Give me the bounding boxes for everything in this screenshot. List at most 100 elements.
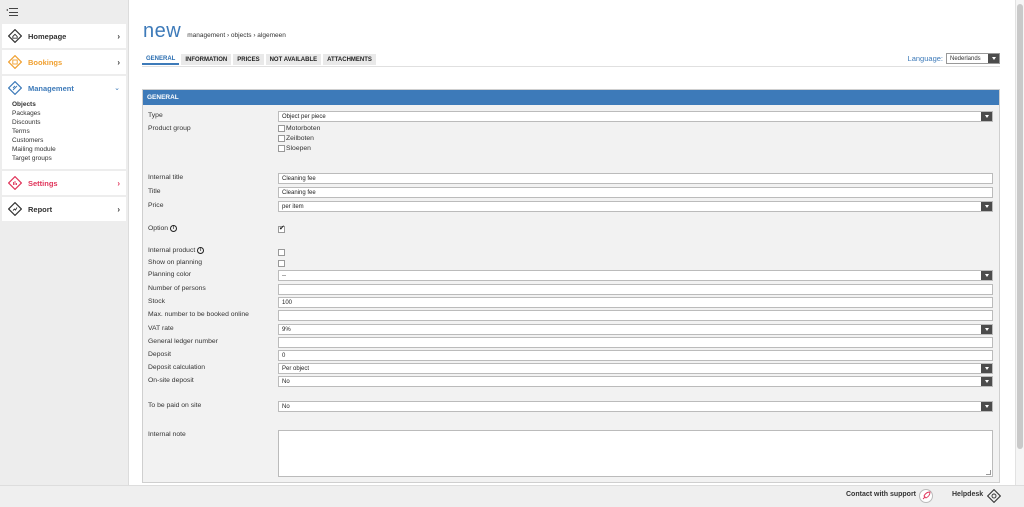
form-row-deposit-calc: Deposit calculation Per object [143, 363, 999, 374]
planning-color-value: -- [282, 272, 286, 279]
vat-rate-select[interactable]: 9% [278, 324, 993, 335]
price-select[interactable]: per item [278, 201, 993, 212]
title-label: Title [148, 188, 161, 195]
checkbox[interactable] [278, 145, 285, 152]
breadcrumb: management › objects › algemeen [187, 32, 286, 39]
internal-product-checkbox[interactable] [278, 249, 285, 256]
vat-rate-value: 9% [282, 326, 291, 333]
dropdown-arrow-icon[interactable] [981, 377, 992, 386]
info-icon[interactable]: i [170, 225, 178, 232]
scrollbar-thumb[interactable] [1017, 4, 1023, 449]
sidebar-item-management-header[interactable]: Management ⌄ [2, 76, 126, 100]
internal-note-textarea[interactable] [278, 430, 993, 477]
sidebar-item-management: Management ⌄ Objects Packages Discounts … [2, 76, 126, 169]
general-panel: GENERAL Type Object per piece Product gr… [142, 89, 1000, 483]
type-value: Object per piece [282, 113, 326, 120]
collapse-menu-icon[interactable] [6, 8, 18, 16]
rocket-icon[interactable] [919, 489, 933, 503]
option-label-wrap: Option i [148, 225, 178, 232]
tabs-divider [142, 66, 1000, 67]
chevron-right-icon: › [117, 178, 120, 188]
internal-note-label: Internal note [148, 431, 186, 438]
language-selector: Language: Nederlands [908, 53, 1000, 64]
chevron-right-icon: › [117, 204, 120, 214]
sidebar-item-label: Management [28, 83, 74, 93]
submenu-customers[interactable]: Customers [12, 136, 126, 145]
language-label: Language: [907, 54, 943, 63]
dropdown-arrow-icon[interactable] [981, 402, 992, 411]
sidebar-item-label: Homepage [28, 31, 67, 41]
deposit-label: Deposit [148, 351, 172, 358]
dropdown-arrow-icon[interactable] [981, 364, 992, 373]
price-label: Price [148, 202, 164, 209]
stock-input[interactable]: 100 [278, 297, 993, 308]
tab-prices[interactable]: PRICES [233, 54, 264, 65]
paid-on-site-label: To be paid on site [148, 402, 202, 409]
planning-color-select[interactable]: -- [278, 270, 993, 281]
checkbox[interactable] [278, 135, 285, 142]
internal-title-input[interactable]: Cleaning fee [278, 173, 993, 184]
contact-support-link[interactable]: Contact with support [846, 491, 916, 498]
ledger-input[interactable] [278, 337, 993, 348]
dropdown-arrow-icon[interactable] [981, 325, 992, 334]
dropdown-arrow-icon[interactable] [988, 54, 999, 63]
submenu-target-groups[interactable]: Target groups [12, 154, 126, 163]
product-group-label: Product group [148, 125, 191, 132]
product-group-option-zeilboten[interactable]: Zeilboten [278, 135, 314, 142]
title-input[interactable]: Cleaning fee [278, 187, 993, 198]
number-of-persons-label: Number of persons [148, 285, 206, 292]
deposit-calc-value: Per object [282, 365, 310, 372]
dropdown-arrow-icon[interactable] [981, 271, 992, 280]
submenu-mailing-module[interactable]: Mailing module [12, 145, 126, 154]
max-online-input[interactable] [278, 310, 993, 321]
helpdesk-icon[interactable] [987, 489, 1001, 503]
page-scrollbar[interactable] [1015, 0, 1024, 485]
sidebar-item-report[interactable]: Report › [2, 197, 126, 221]
ledger-label: General ledger number [148, 338, 218, 345]
show-on-planning-checkbox[interactable] [278, 260, 285, 267]
management-submenu: Objects Packages Discounts Terms Custome… [2, 100, 126, 163]
number-of-persons-input[interactable] [278, 284, 993, 295]
language-value: Nederlands [950, 55, 981, 62]
checkbox[interactable] [278, 125, 285, 132]
option-label: Option [148, 225, 169, 232]
submenu-discounts[interactable]: Discounts [12, 118, 126, 127]
sidebar-item-homepage[interactable]: Homepage › [2, 24, 126, 48]
deposit-calc-label: Deposit calculation [148, 364, 206, 371]
deposit-input[interactable]: 0 [278, 350, 993, 361]
tab-not-available[interactable]: NOT AVAILABLE [265, 54, 322, 65]
onsite-deposit-select[interactable]: No [278, 376, 993, 387]
sidebar-toggle[interactable] [0, 0, 128, 24]
type-select[interactable]: Object per piece [278, 111, 993, 122]
sidebar-item-settings[interactable]: Settings › [2, 171, 126, 195]
tab-attachments[interactable]: ATTACHMENTS [323, 54, 376, 65]
resize-grip-icon[interactable] [986, 470, 991, 475]
tab-information[interactable]: INFORMATION [181, 54, 232, 65]
deposit-calc-select[interactable]: Per object [278, 363, 993, 374]
option-label: Motorboten [286, 125, 321, 132]
internal-title-label: Internal title [148, 174, 184, 181]
sidebar-item-label: Bookings [28, 57, 63, 67]
helpdesk-link[interactable]: Helpdesk [952, 491, 983, 498]
dropdown-arrow-icon[interactable] [981, 112, 992, 121]
internal-title-value: Cleaning fee [282, 175, 316, 182]
tab-general[interactable]: GENERAL [142, 54, 180, 65]
form-row-price: Price per item [143, 201, 999, 212]
submenu-packages[interactable]: Packages [12, 109, 126, 118]
chevron-down-icon: ⌄ [114, 85, 120, 92]
paid-on-site-select[interactable]: No [278, 401, 993, 412]
sidebar-item-bookings[interactable]: Bookings › [2, 50, 126, 74]
option-checkbox[interactable] [278, 224, 285, 233]
product-group-option-motorboten[interactable]: Motorboten [278, 125, 320, 132]
product-group-option-sloepen[interactable]: Sloepen [278, 145, 311, 152]
form-row-internal-product: Internal product i [143, 246, 999, 257]
info-icon[interactable]: i [197, 247, 205, 254]
submenu-terms[interactable]: Terms [12, 127, 126, 136]
dropdown-arrow-icon[interactable] [981, 202, 992, 211]
internal-product-label: Internal product [148, 247, 196, 254]
vat-rate-label: VAT rate [148, 325, 174, 332]
language-select[interactable]: Nederlands [946, 53, 1000, 64]
form-row-ledger: General ledger number [143, 337, 999, 348]
submenu-objects[interactable]: Objects [12, 100, 126, 109]
management-icon [8, 81, 22, 95]
